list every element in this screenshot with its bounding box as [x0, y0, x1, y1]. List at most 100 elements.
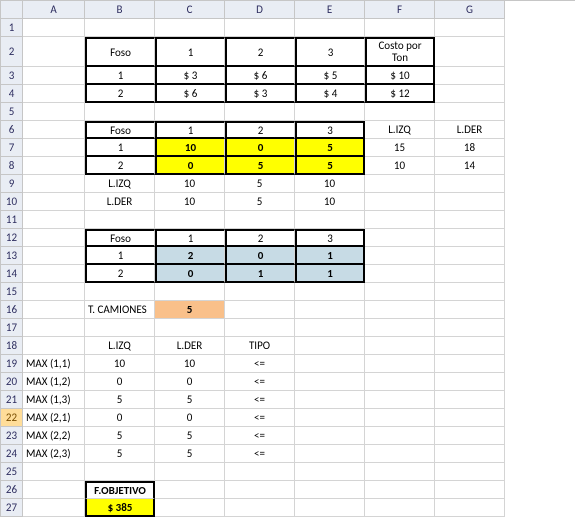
- obj-label[interactable]: F.OBJETIVO: [85, 481, 155, 499]
- cell-24-6[interactable]: [365, 445, 435, 463]
- cell-14-1[interactable]: [23, 265, 85, 283]
- cell-3-1[interactable]: [23, 67, 85, 85]
- t2-h-2[interactable]: 2: [225, 121, 295, 139]
- cell-1-3[interactable]: [155, 19, 225, 37]
- row-header-5[interactable]: 5: [1, 103, 23, 121]
- cons-name-3[interactable]: MAX (2,1): [23, 409, 85, 427]
- cell-11-3[interactable]: [155, 211, 225, 229]
- col-header-F[interactable]: F: [365, 1, 435, 19]
- cell-9-7[interactable]: [435, 175, 505, 193]
- cell-11-7[interactable]: [435, 211, 505, 229]
- cons-t-1[interactable]: <=: [225, 373, 295, 391]
- cell-17-6[interactable]: [365, 319, 435, 337]
- cell-1-5[interactable]: [295, 19, 365, 37]
- cell-13-6[interactable]: [365, 247, 435, 265]
- cell-17-4[interactable]: [225, 319, 295, 337]
- cell-10-7[interactable]: [435, 193, 505, 211]
- row-header-21[interactable]: 21: [1, 391, 23, 409]
- cons-d-0[interactable]: 10: [155, 355, 225, 373]
- cell-26-5[interactable]: [295, 481, 365, 499]
- t2-lder-2[interactable]: 5: [225, 193, 295, 211]
- row-header-23[interactable]: 23: [1, 427, 23, 445]
- cons-d-1[interactable]: 0: [155, 373, 225, 391]
- cons-h-lder[interactable]: L.DER: [155, 337, 225, 355]
- t3-h-foso[interactable]: Foso: [85, 229, 155, 247]
- cell-11-1[interactable]: [23, 211, 85, 229]
- t1-r2-c1[interactable]: $ 6: [155, 85, 225, 103]
- cons-name-0[interactable]: MAX (1,1): [23, 355, 85, 373]
- cell-17-7[interactable]: [435, 319, 505, 337]
- row-header-6[interactable]: 6: [1, 121, 23, 139]
- cell-1-1[interactable]: [23, 19, 85, 37]
- col-header-A[interactable]: A: [23, 1, 85, 19]
- obj-value[interactable]: $ 385: [85, 499, 155, 517]
- cell-24-7[interactable]: [435, 445, 505, 463]
- cell-10-1[interactable]: [23, 193, 85, 211]
- cell-20-5[interactable]: [295, 373, 365, 391]
- t3-r2-c2[interactable]: 1: [225, 265, 295, 283]
- cell-5-1[interactable]: [23, 103, 85, 121]
- cell-14-7[interactable]: [435, 265, 505, 283]
- cell-20-6[interactable]: [365, 373, 435, 391]
- row-header-27[interactable]: 27: [1, 499, 23, 517]
- t1-h-1[interactable]: 1: [155, 37, 225, 67]
- cell-27-3[interactable]: [155, 499, 225, 517]
- cell-18-7[interactable]: [435, 337, 505, 355]
- cell-27-5[interactable]: [295, 499, 365, 517]
- row-header-7[interactable]: 7: [1, 139, 23, 157]
- cell-18-5[interactable]: [295, 337, 365, 355]
- cell-23-7[interactable]: [435, 427, 505, 445]
- cell-15-1[interactable]: [23, 283, 85, 301]
- t2-r1-c3[interactable]: 5: [295, 139, 365, 157]
- t2-r1-c2[interactable]: 0: [225, 139, 295, 157]
- cell-5-2[interactable]: [85, 103, 155, 121]
- cell-25-4[interactable]: [225, 463, 295, 481]
- cell-11-2[interactable]: [85, 211, 155, 229]
- t3-r1-foso[interactable]: 1: [85, 247, 155, 265]
- cell-23-5[interactable]: [295, 427, 365, 445]
- col-header-C[interactable]: C: [155, 1, 225, 19]
- t3-r1-c3[interactable]: 1: [295, 247, 365, 265]
- t1-r2-foso[interactable]: 2: [85, 85, 155, 103]
- cons-l-0[interactable]: 10: [85, 355, 155, 373]
- cell-4-7[interactable]: [435, 85, 505, 103]
- t1-h-2[interactable]: 2: [225, 37, 295, 67]
- cell-1-6[interactable]: [365, 19, 435, 37]
- cell-16-5[interactable]: [295, 301, 365, 319]
- cons-name-1[interactable]: MAX (1,2): [23, 373, 85, 391]
- cell-12-7[interactable]: [435, 229, 505, 247]
- tcamiones-value[interactable]: 5: [155, 301, 225, 319]
- row-header-11[interactable]: 11: [1, 211, 23, 229]
- t1-r1-foso[interactable]: 1: [85, 67, 155, 85]
- t2-side-r2-l[interactable]: 10: [365, 157, 435, 175]
- row-header-22[interactable]: 22: [1, 409, 23, 427]
- row-header-14[interactable]: 14: [1, 265, 23, 283]
- cell-17-2[interactable]: [85, 319, 155, 337]
- row-header-2[interactable]: 2: [1, 37, 23, 67]
- t1-r1-c3[interactable]: $ 5: [295, 67, 365, 85]
- t2-side-h-lizq[interactable]: L.IZQ: [365, 121, 435, 139]
- cell-26-6[interactable]: [365, 481, 435, 499]
- cell-9-1[interactable]: [23, 175, 85, 193]
- cell-20-7[interactable]: [435, 373, 505, 391]
- t2-h-1[interactable]: 1: [155, 121, 225, 139]
- t2-side-r1-d[interactable]: 18: [435, 139, 505, 157]
- t2-lizq-1[interactable]: 10: [155, 175, 225, 193]
- cell-19-5[interactable]: [295, 355, 365, 373]
- cell-27-1[interactable]: [23, 499, 85, 517]
- cell-24-5[interactable]: [295, 445, 365, 463]
- t2-h-3[interactable]: 3: [295, 121, 365, 139]
- cons-name-5[interactable]: MAX (2,3): [23, 445, 85, 463]
- t2-lizq-2[interactable]: 5: [225, 175, 295, 193]
- cell-22-7[interactable]: [435, 409, 505, 427]
- t1-r2-cost[interactable]: $ 12: [365, 85, 435, 103]
- col-header-E[interactable]: E: [295, 1, 365, 19]
- t3-r1-c1[interactable]: 2: [155, 247, 225, 265]
- cell-4-1[interactable]: [23, 85, 85, 103]
- cell-15-3[interactable]: [155, 283, 225, 301]
- cons-l-1[interactable]: 0: [85, 373, 155, 391]
- tcamiones-label[interactable]: T. CAMIONES: [85, 301, 155, 319]
- t3-r1-c2[interactable]: 0: [225, 247, 295, 265]
- cons-h-lizq[interactable]: L.IZQ: [85, 337, 155, 355]
- cell-10-6[interactable]: [365, 193, 435, 211]
